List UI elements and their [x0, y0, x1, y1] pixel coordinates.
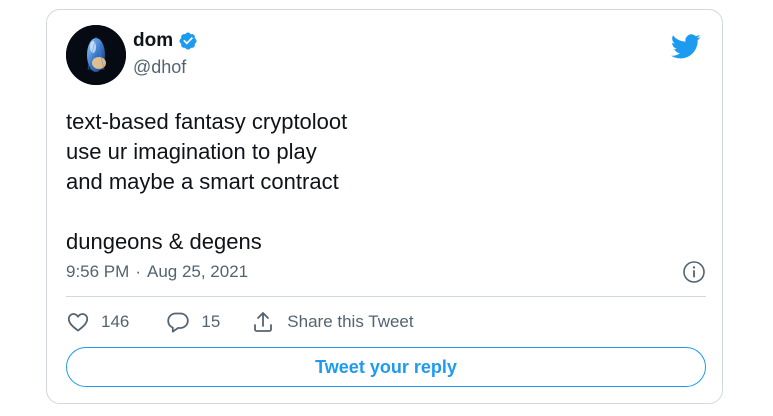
- tweet-actions: 146 15 Share this Tweet: [66, 309, 414, 335]
- avatar[interactable]: [66, 25, 126, 85]
- share-icon: [254, 312, 273, 332]
- author-handle[interactable]: @dhof: [133, 57, 186, 78]
- like-button[interactable]: 146: [66, 310, 129, 334]
- share-label: Share this Tweet: [287, 312, 414, 331]
- tweet-text-line: use ur imagination to play: [66, 139, 317, 164]
- timestamp-row: 9:56 PM · Aug 25, 2021: [66, 259, 706, 285]
- tweet-text-line: and maybe a smart contract: [66, 169, 339, 194]
- tweet-time[interactable]: 9:56 PM: [66, 262, 129, 282]
- avatar-image: [66, 25, 126, 85]
- reply-count: 15: [201, 312, 221, 331]
- like-count: 146: [101, 312, 130, 331]
- tweet-text-line: text-based fantasy cryptoloot: [66, 109, 348, 134]
- tweet-text: text-based fantasy cryptoloot use ur ima…: [66, 107, 686, 257]
- verified-badge-icon: [179, 32, 197, 50]
- divider: [66, 296, 706, 297]
- timestamp-separator: ·: [135, 262, 141, 281]
- tweet-card: dom @dhof text-based fantasy cryptoloot …: [46, 9, 723, 404]
- tweet-text-line: dungeons & degens: [66, 229, 262, 254]
- author-name[interactable]: dom: [133, 30, 173, 52]
- author-name-row: dom: [133, 30, 198, 52]
- heart-icon: [67, 313, 89, 332]
- reply-bubble-icon: [167, 312, 190, 333]
- share-button[interactable]: Share this Tweet: [251, 310, 414, 334]
- reply-button[interactable]: 15: [166, 310, 220, 334]
- twitter-bird-icon[interactable]: [671, 31, 701, 61]
- info-icon[interactable]: [682, 260, 706, 284]
- tweet-your-reply-button[interactable]: Tweet your reply: [66, 347, 706, 387]
- tweet-date[interactable]: Aug 25, 2021: [147, 262, 248, 282]
